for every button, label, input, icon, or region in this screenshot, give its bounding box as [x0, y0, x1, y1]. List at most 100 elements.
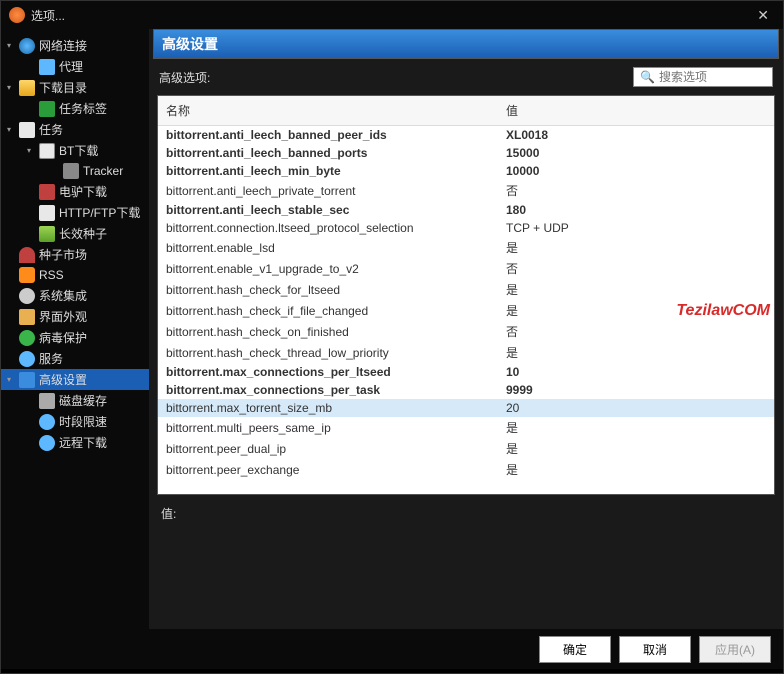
tree-toggle-icon[interactable]: ▾ [7, 41, 17, 50]
table-row[interactable]: bittorrent.hash_check_on_finished否 [158, 321, 774, 342]
close-icon[interactable]: ✕ [751, 7, 775, 24]
folder-icon [19, 80, 35, 96]
table-row[interactable]: bittorrent.hash_check_thread_low_priorit… [158, 342, 774, 363]
table-row[interactable]: bittorrent.peer_exchange是 [158, 459, 774, 480]
sidebar-item-6[interactable]: Tracker [1, 161, 149, 181]
sidebar-item-5[interactable]: ▾BT下载 [1, 140, 149, 161]
gear-icon [19, 288, 35, 304]
magnet-icon [19, 247, 35, 263]
apply-button[interactable]: 应用(A) [699, 636, 771, 663]
sidebar-item-2[interactable]: ▾下载目录 [1, 77, 149, 98]
setting-name: bittorrent.anti_leech_private_torrent [158, 180, 498, 201]
sidebar-item-label: 界面外观 [39, 308, 87, 325]
tree-toggle-icon[interactable]: ▾ [7, 125, 17, 134]
sidebar-item-label: 种子市场 [39, 246, 87, 263]
tracker-icon [63, 163, 79, 179]
globe-icon [19, 38, 35, 54]
titlebar[interactable]: 选项... ✕ [1, 1, 783, 29]
setting-name: bittorrent.hash_check_thread_low_priorit… [158, 342, 498, 363]
setting-name: bittorrent.connection.ltseed_protocol_se… [158, 219, 498, 237]
sidebar-item-13[interactable]: 界面外观 [1, 306, 149, 327]
sidebar-item-label: 病毒保护 [39, 329, 87, 346]
sidebar-item-4[interactable]: ▾任务 [1, 119, 149, 140]
setting-value: TCP + UDP [498, 219, 774, 237]
table-row[interactable]: bittorrent.enable_lsd是 [158, 237, 774, 258]
sidebar-item-3[interactable]: 任务标签 [1, 98, 149, 119]
sidebar-item-12[interactable]: 系统集成 [1, 285, 149, 306]
setting-name: bittorrent.hash_check_for_ltseed [158, 279, 498, 300]
body: ▾ 网络连接代理▾下载目录任务标签▾任务▾BT下载 Tracker 电驴下载HTTP/… [1, 29, 783, 629]
table-row[interactable]: bittorrent.hash_check_if_file_changed是 [158, 300, 774, 321]
setting-value: 9999 [498, 381, 774, 399]
sidebar-item-10[interactable]: 种子市场 [1, 244, 149, 265]
sidebar-item-label: Tracker [83, 164, 123, 178]
table-row[interactable]: bittorrent.max_torrent_size_mb20 [158, 399, 774, 417]
table-row[interactable]: bittorrent.anti_leech_banned_ports15000 [158, 144, 774, 162]
setting-name: bittorrent.anti_leech_banned_peer_ids [158, 126, 498, 145]
col-name[interactable]: 名称 [158, 96, 498, 126]
search-box[interactable]: 🔍 [633, 67, 773, 87]
table-row[interactable]: bittorrent.anti_leech_private_torrent否 [158, 180, 774, 201]
search-icon: 🔍 [640, 70, 655, 84]
donkey-icon [39, 184, 55, 200]
value-editor-label: 值: [153, 495, 779, 532]
sidebar-item-label: 高级设置 [39, 371, 87, 388]
sidebar-item-19[interactable]: 远程下载 [1, 432, 149, 453]
sidebar-item-label: 服务 [39, 350, 63, 367]
table-row[interactable]: bittorrent.enable_v1_upgrade_to_v2否 [158, 258, 774, 279]
setting-value: 10000 [498, 162, 774, 180]
table-row[interactable]: bittorrent.anti_leech_stable_sec180 [158, 201, 774, 219]
sidebar-item-0[interactable]: ▾ 网络连接 [1, 35, 149, 56]
setting-name: bittorrent.multi_peers_same_ip [158, 417, 498, 438]
tree-toggle-icon[interactable]: ▾ [7, 375, 17, 384]
shield-icon [19, 330, 35, 346]
settings-table-wrap: 名称 值 bittorrent.anti_leech_banned_peer_i… [157, 95, 775, 495]
table-row[interactable]: bittorrent.max_connections_per_task9999 [158, 381, 774, 399]
table-row[interactable]: bittorrent.connection.ltseed_protocol_se… [158, 219, 774, 237]
sidebar-item-label: 磁盘缓存 [59, 392, 107, 409]
sidebar-item-label: 网络连接 [39, 37, 87, 54]
sidebar-item-7[interactable]: 电驴下载 [1, 181, 149, 202]
footer: 确定 取消 应用(A) [1, 629, 783, 669]
table-row[interactable]: bittorrent.anti_leech_min_byte10000 [158, 162, 774, 180]
setting-value: 10 [498, 363, 774, 381]
setting-name: bittorrent.hash_check_if_file_changed [158, 300, 498, 321]
setting-value: 是 [498, 237, 774, 258]
tree-toggle-icon[interactable]: ▾ [7, 83, 17, 92]
setting-value: 否 [498, 258, 774, 279]
setting-value: 是 [498, 438, 774, 459]
sidebar-item-17[interactable]: 磁盘缓存 [1, 390, 149, 411]
sidebar-item-14[interactable]: 病毒保护 [1, 327, 149, 348]
settings-table: 名称 值 bittorrent.anti_leech_banned_peer_i… [158, 96, 774, 480]
setting-value: 是 [498, 300, 774, 321]
right-panel: 高级设置 高级选项: 🔍 名称 值 bittorrent.anti_ [149, 29, 783, 629]
sidebar-item-15[interactable]: 服务 [1, 348, 149, 369]
setting-value: 是 [498, 417, 774, 438]
sidebar-item-label: 系统集成 [39, 287, 87, 304]
sidebar-item-16[interactable]: ▾ 高级设置 [1, 369, 149, 390]
search-input[interactable] [659, 70, 766, 84]
setting-name: bittorrent.enable_lsd [158, 237, 498, 258]
table-row[interactable]: bittorrent.max_connections_per_ltseed10 [158, 363, 774, 381]
col-value[interactable]: 值 [498, 96, 774, 126]
sidebar-item-8[interactable]: HTTP/FTP下载 [1, 202, 149, 223]
sidebar: ▾ 网络连接代理▾下载目录任务标签▾任务▾BT下载 Tracker 电驴下载HTTP/… [1, 29, 149, 629]
sidebar-item-1[interactable]: 代理 [1, 56, 149, 77]
sidebar-item-11[interactable]: RSS [1, 265, 149, 285]
sidebar-item-18[interactable]: 时段限速 [1, 411, 149, 432]
table-row[interactable]: bittorrent.anti_leech_banned_peer_idsXL0… [158, 126, 774, 145]
setting-name: bittorrent.max_connections_per_ltseed [158, 363, 498, 381]
task-icon [19, 122, 35, 138]
table-row[interactable]: bittorrent.multi_peers_same_ip是 [158, 417, 774, 438]
ok-button[interactable]: 确定 [539, 636, 611, 663]
tree-toggle-icon[interactable]: ▾ [27, 146, 37, 155]
cancel-button[interactable]: 取消 [619, 636, 691, 663]
sidebar-item-9[interactable]: 长效种子 [1, 223, 149, 244]
setting-name: bittorrent.max_connections_per_task [158, 381, 498, 399]
panel-heading: 高级设置 [153, 29, 779, 59]
setting-value: 是 [498, 279, 774, 300]
table-row[interactable]: bittorrent.hash_check_for_ltseed是 [158, 279, 774, 300]
table-row[interactable]: bittorrent.peer_dual_ip是 [158, 438, 774, 459]
remote-icon [39, 435, 55, 451]
sidebar-item-label: RSS [39, 268, 64, 282]
